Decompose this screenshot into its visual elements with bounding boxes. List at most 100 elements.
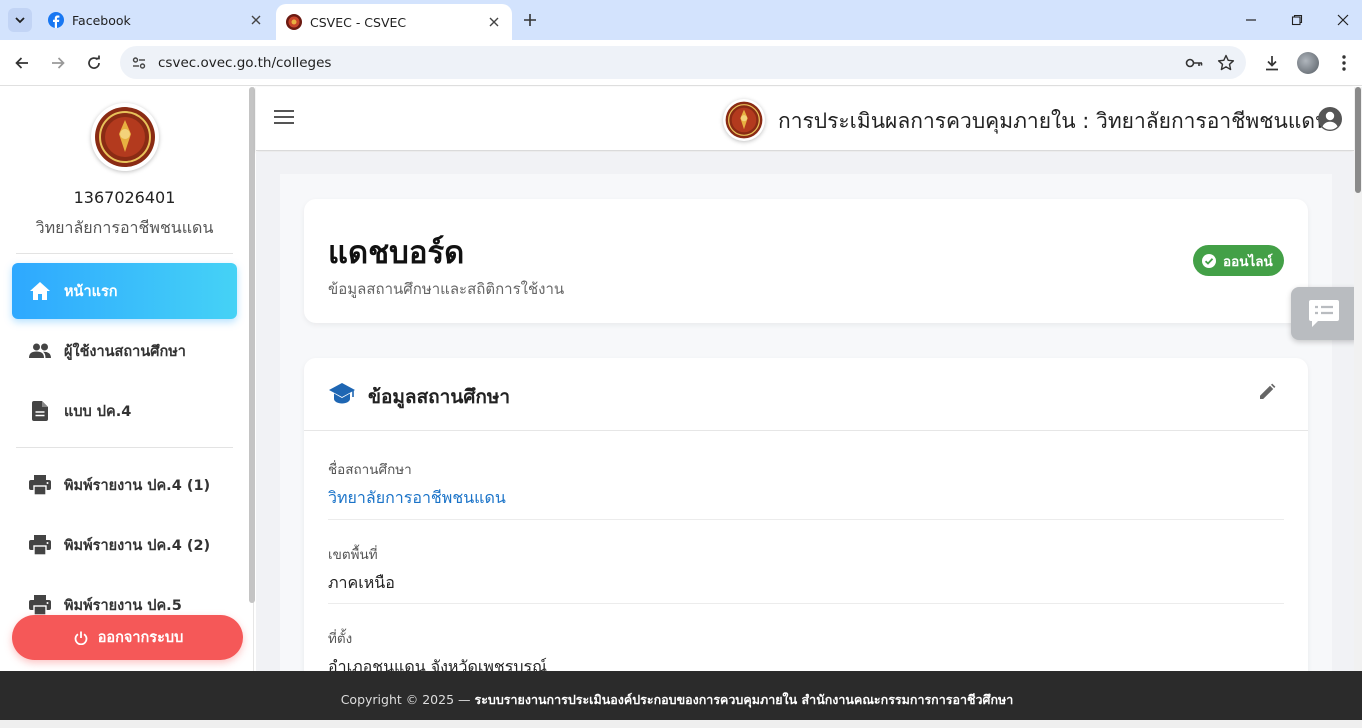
ovec-logo [91,103,159,171]
more-vert-icon [1342,55,1346,71]
menu-item-print-pk4-1[interactable]: พิมพ์รายงาน ปค.4 (1) [12,457,237,513]
page-subtitle: ข้อมูลสถานศึกษาและสถิติการใช้งาน [328,280,565,298]
back-button[interactable] [11,52,33,74]
bookmark-star-icon[interactable] [1214,51,1238,75]
menu-item-form-pk4[interactable]: แบบ ปค.4 [12,383,237,439]
menu-item-print-pk4-2[interactable]: พิมพ์รายงาน ปค.4 (2) [12,517,237,573]
browser-menu-button[interactable] [1333,52,1355,74]
download-icon [1266,56,1278,71]
close-window-button[interactable] [1333,10,1353,30]
college-name-link[interactable]: วิทยาลัยการอาชีพชนแดน [328,486,1284,511]
chevron-down-icon [15,17,25,24]
field-location: ที่ตั้ง อำเภอชนแดน จังหวัดเพชรบูรณ์ [328,627,1284,671]
footer: Copyright © 2025 — ระบบรายงานการประเมินอ… [0,671,1362,728]
tab-search-button[interactable] [8,8,32,32]
home-icon [28,279,52,303]
college-info-card: ข้อมูลสถานศึกษา ชื่อสถานศึกษา วิทยาลัยกา… [304,358,1308,671]
floating-chat-button[interactable] [1291,287,1357,340]
menu-toggle-button[interactable] [274,109,296,129]
check-circle-icon [1201,253,1217,269]
copyright-prefix: Copyright © 2025 — [340,692,471,707]
college-code: 1367026401 [73,188,176,207]
plus-icon [524,14,536,26]
menu-item-home[interactable]: หน้าแรก [12,263,237,319]
sidebar: 1367026401 วิทยาลัยการอาชีพชนแดน หน้าแรก… [0,87,254,671]
sidebar-scrollbar-thumb[interactable] [249,87,255,603]
page-title: แดชบอร์ด [328,235,465,271]
ovec-seal-icon [286,14,302,30]
field-region: เขตพื้นที่ ภาคเหนือ [328,543,1284,596]
reload-icon [88,55,100,69]
close-tab-icon[interactable] [248,12,264,28]
restore-button[interactable] [1287,10,1307,30]
ovec-logo [723,99,765,141]
minimize-button[interactable] [1241,10,1261,30]
password-key-icon[interactable] [1182,51,1206,75]
field-label: ชื่อสถานศึกษา [328,462,412,478]
bottom-strip [0,720,1362,728]
downloads-button[interactable] [1261,52,1283,74]
address-bar[interactable]: csvec.ovec.go.th/colleges [120,46,1246,79]
logout-label: ออกจากระบบ [97,630,184,646]
menu-item-label: พิมพ์รายงาน ปค.5 [64,597,182,614]
divider [328,519,1284,520]
new-tab-button[interactable] [520,10,540,30]
app-header: การประเมินผลการควบคุมภายใน : วิทยาลัยการ… [256,87,1354,151]
status-label: ออนไลน์ [1223,253,1273,270]
college-info-header: ข้อมูลสถานศึกษา [304,358,1308,431]
close-icon [1337,14,1349,26]
app-title: การประเมินผลการควบคุมภายใน : วิทยาลัยการ… [778,109,1330,133]
document-icon [28,399,52,423]
sidebar-scrollbar[interactable] [249,87,255,603]
pencil-icon [1260,383,1276,399]
minimize-icon [1246,19,1256,21]
arrow-left-icon [15,57,28,69]
page-scrollbar-thumb[interactable] [1355,87,1361,193]
site-settings-icon[interactable] [128,52,150,74]
profile-avatar[interactable] [1297,52,1319,74]
status-badge: ออนไลน์ [1193,245,1284,276]
power-icon [72,629,90,647]
section-title: ข้อมูลสถานศึกษา [368,386,511,408]
logout-button[interactable]: ออกจากระบบ [12,615,243,660]
restore-icon [1291,14,1303,26]
divider [328,603,1284,604]
field-label: เขตพื้นที่ [328,547,378,563]
edit-button[interactable] [1258,383,1280,405]
people-icon [28,339,52,363]
printer-icon [28,473,52,497]
menu-item-college-users[interactable]: ผู้ใช้งานสถานศึกษา [12,323,237,379]
account-button[interactable] [1317,106,1343,132]
menu-item-label: พิมพ์รายงาน ปค.4 (1) [64,477,211,494]
close-tab-icon[interactable] [486,14,502,30]
arrow-right-icon [52,57,65,69]
menu-item-label: หน้าแรก [64,283,118,300]
hamburger-icon [274,110,294,124]
divider [16,447,233,448]
reload-button[interactable] [83,52,105,74]
browser-toolbar: csvec.ovec.go.th/colleges [0,40,1362,86]
tab-csvec[interactable]: CSVEC - CSVEC [276,4,512,40]
url-text[interactable]: csvec.ovec.go.th/colleges [158,55,1182,71]
dashboard-header-card: แดชบอร์ด ข้อมูลสถานศึกษาและสถิติการใช้งา… [304,199,1308,323]
tab-facebook[interactable]: Facebook [38,4,274,36]
menu-item-label: ผู้ใช้งานสถานศึกษา [64,343,186,360]
facebook-icon [48,12,64,28]
printer-icon [28,533,52,557]
field-college-name: ชื่อสถานศึกษา วิทยาลัยการอาชีพชนแดน [328,458,1284,511]
field-label: ที่ตั้ง [328,631,353,647]
forward-button[interactable] [47,52,69,74]
college-name: วิทยาลัยการอาชีพชนแดน [35,218,214,237]
tab-title: Facebook [72,12,131,28]
page-scrollbar[interactable] [1354,87,1362,671]
main-content: แดชบอร์ด ข้อมูลสถานศึกษาและสถิติการใช้งา… [256,152,1354,671]
field-value: อำเภอชนแดน จังหวัดเพชรบูรณ์ [328,657,547,671]
field-value: ภาคเหนือ [328,573,395,592]
browser-tabstrip: Facebook CSVEC - CSVEC [0,0,1362,40]
account-circle-icon [1318,107,1342,131]
divider [16,253,233,254]
tab-title: CSVEC - CSVEC [310,14,407,30]
menu-item-label: พิมพ์รายงาน ปค.4 (2) [64,537,211,554]
graduation-cap-icon [328,382,356,408]
menu-item-label: แบบ ปค.4 [64,403,132,420]
